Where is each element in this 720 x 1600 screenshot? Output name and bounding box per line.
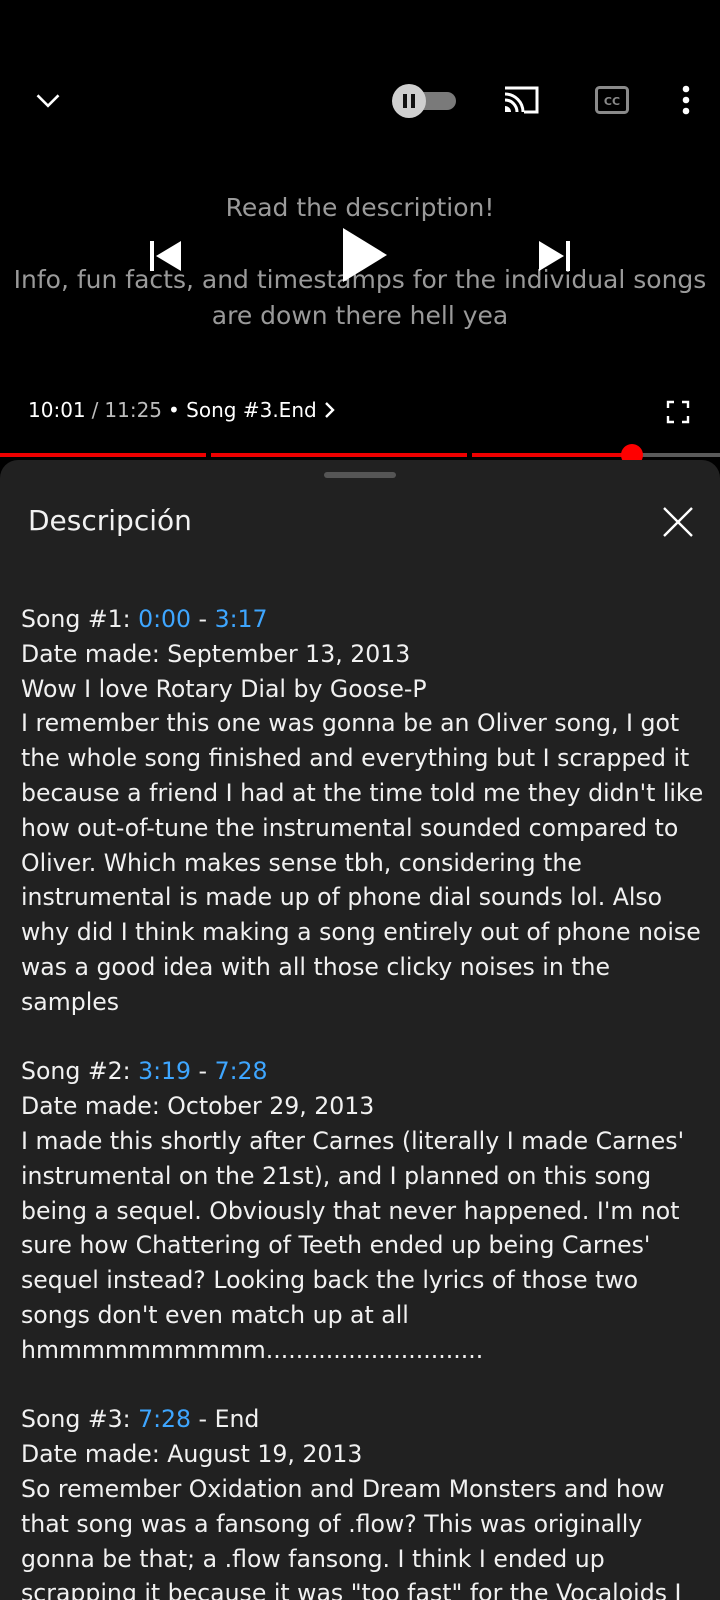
chapter-segment — [211, 453, 467, 457]
progress-bar[interactable] — [0, 453, 720, 457]
skip-next-icon — [539, 241, 570, 271]
cast-button[interactable] — [496, 78, 546, 122]
chevron-down-icon — [36, 94, 60, 108]
svg-text:CC: CC — [604, 95, 620, 108]
current-time: 10:01 — [28, 398, 86, 422]
fullscreen-icon — [666, 400, 690, 424]
song-note: So remember Oxidation and Dream Monsters… — [21, 1474, 682, 1600]
song-section: Song #2: 3:19 - 7:28 Date made: October … — [21, 1054, 707, 1367]
caption-line: are down there hell yea — [211, 301, 509, 330]
pause-icon — [392, 84, 426, 118]
song-label: Song #1: — [21, 605, 139, 633]
chapter-title: • Song #3.End — [168, 398, 317, 422]
chapter-segment — [0, 453, 206, 457]
date-made: Date made: September 13, 2013 — [21, 639, 411, 668]
close-icon — [663, 507, 693, 537]
cc-icon: CC — [595, 86, 629, 114]
timestamp-link[interactable]: 0:00 — [138, 605, 191, 633]
description-sheet: Descripción Song #1: 0:00 - 3:17 Date ma… — [0, 460, 720, 1600]
dash: - — [191, 1057, 215, 1086]
dash: - — [191, 605, 215, 633]
cast-icon — [504, 86, 539, 114]
chapter-segment-remaining — [632, 453, 720, 457]
song-note: Wow I love Rotary Dial by Goose-P — [21, 674, 427, 703]
fullscreen-button[interactable] — [660, 396, 696, 428]
chapter-segment — [472, 453, 632, 457]
previous-button[interactable] — [140, 232, 190, 280]
more-options-button[interactable] — [668, 76, 704, 124]
time-display[interactable]: 10:01 / 11:25 • Song #3.End — [28, 398, 335, 422]
song-note: I made this shortly after Carnes (litera… — [21, 1126, 685, 1364]
chevron-right-icon — [324, 402, 335, 418]
play-icon — [343, 228, 387, 282]
next-button[interactable] — [530, 232, 580, 280]
autoplay-toggle[interactable] — [392, 84, 458, 118]
dash: - End — [191, 1405, 260, 1434]
close-button[interactable] — [658, 502, 698, 542]
sheet-title: Descripción — [28, 504, 192, 537]
more-icon — [682, 85, 690, 115]
play-button[interactable] — [330, 218, 400, 292]
song-note: I remember this one was gonna be an Oliv… — [21, 709, 704, 1016]
song-section: Song #3: 7:28 - End Date made: August 19… — [21, 1402, 707, 1600]
song-section: Song #1: 0:00 - 3:17 Date made: Septembe… — [21, 602, 707, 1020]
song-label: Song #2: — [21, 1057, 139, 1086]
description-text: Song #1: 0:00 - 3:17 Date made: Septembe… — [21, 602, 707, 1600]
captions-button[interactable]: CC — [588, 80, 636, 120]
date-made: Date made: August 19, 2013 — [21, 1440, 363, 1469]
song-label: Song #3: — [21, 1405, 139, 1434]
duration: 11:25 — [104, 398, 163, 422]
skip-previous-icon — [150, 241, 181, 271]
video-player[interactable]: CC Read the description! Info, fun facts… — [0, 0, 720, 466]
timestamp-link[interactable]: 3:19 — [138, 1057, 191, 1085]
timestamp-link[interactable]: 3:17 — [215, 605, 268, 633]
timestamp-link[interactable]: 7:28 — [215, 1057, 268, 1085]
timestamp-link[interactable]: 7:28 — [138, 1405, 191, 1433]
minimize-button[interactable] — [22, 78, 74, 122]
drag-handle[interactable] — [324, 472, 396, 478]
time-separator: / — [91, 398, 99, 422]
date-made: Date made: October 29, 2013 — [21, 1092, 375, 1121]
